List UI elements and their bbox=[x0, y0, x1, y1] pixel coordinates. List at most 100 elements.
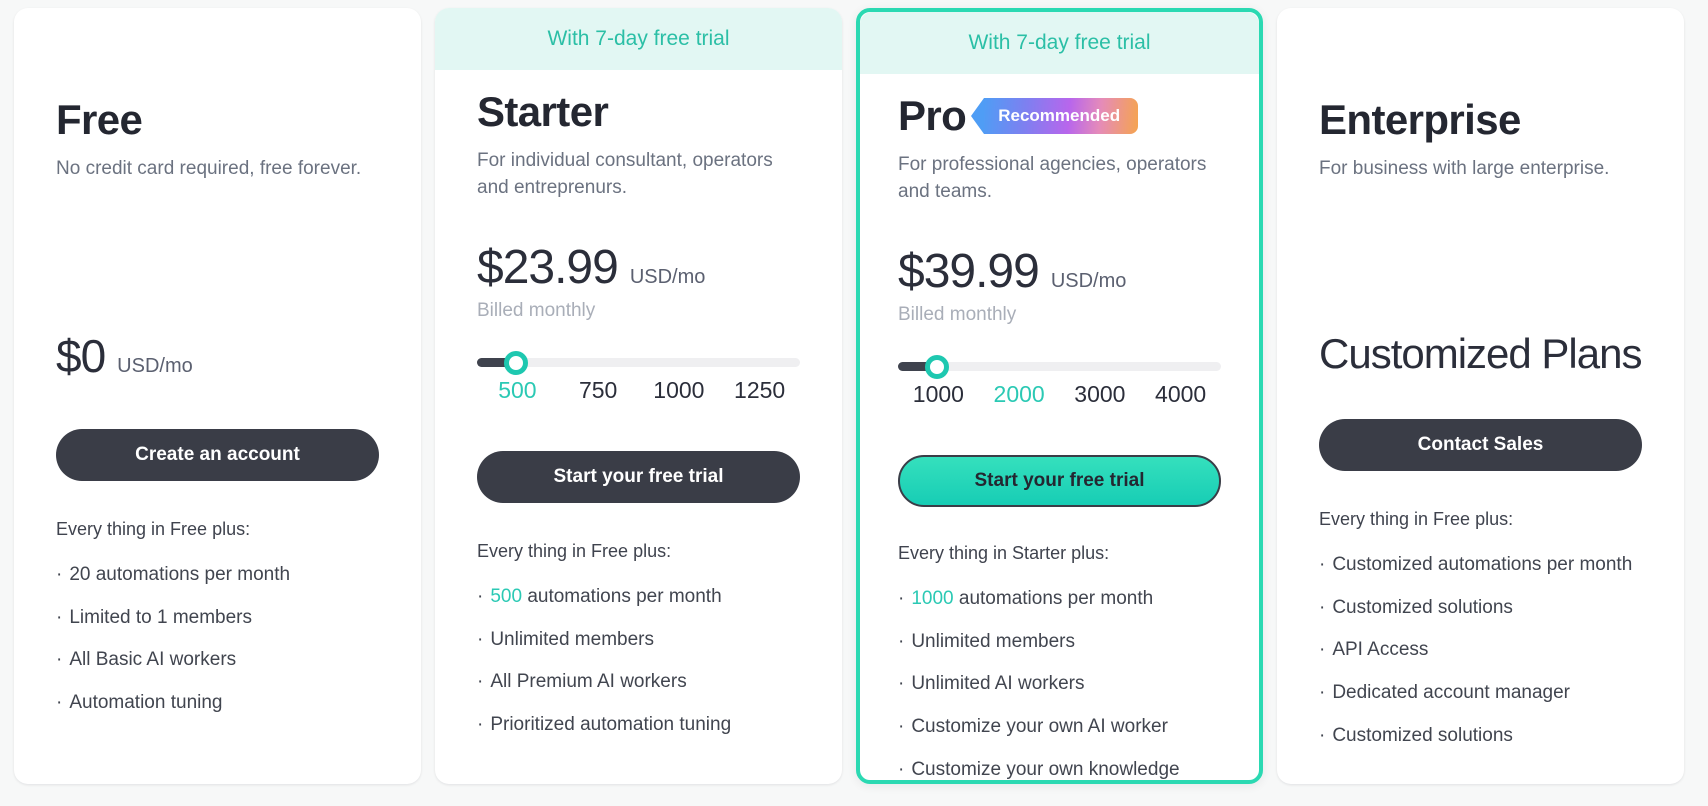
feature-label: Unlimited members bbox=[490, 628, 654, 650]
feature-text: Unlimited members bbox=[490, 627, 654, 653]
feature-label: automations per month bbox=[958, 588, 1154, 610]
plan-card-starter: With 7-day free trial Starter For individu… bbox=[435, 8, 842, 784]
plan-header-enterprise: Enterprise For business with large enterp… bbox=[1319, 97, 1642, 183]
cta-button-enterprise[interactable]: Contact Sales bbox=[1319, 419, 1642, 472]
plan-name-starter: Starter bbox=[477, 88, 609, 135]
trial-banner-pro: With 7-day free trial bbox=[860, 12, 1259, 74]
slider-track-pro[interactable] bbox=[898, 354, 1221, 379]
feature-highlight-value: 1000 bbox=[911, 588, 954, 610]
plan-body-free: Free No credit card required, free foreve… bbox=[14, 70, 421, 784]
plan-tagline-pro: For professional agencies, operators and… bbox=[898, 154, 1207, 203]
feature-text: All Basic AI workers bbox=[69, 647, 236, 673]
slider-ticks-starter: 500 750 1000 1250 bbox=[477, 377, 800, 404]
recommended-badge-label: Recommended bbox=[998, 106, 1121, 126]
price-unit-pro: USD/mo bbox=[1050, 270, 1127, 293]
usage-slider-pro[interactable]: 1000 2000 3000 4000 bbox=[898, 354, 1221, 408]
feature-item: · Unlimited members bbox=[477, 627, 800, 653]
features-starter: Every thing in Free plus: · 500 automation… bbox=[477, 541, 800, 755]
bullet-icon: · bbox=[898, 758, 905, 780]
feature-label: Unlimited members bbox=[911, 630, 1075, 652]
feature-text: Customized solutions bbox=[1332, 723, 1513, 749]
slider-tick-starter-1250[interactable]: 1250 bbox=[719, 377, 800, 404]
plan-card-pro: With 7-day free trial Pro Recommended For p… bbox=[856, 8, 1263, 784]
cta-button-pro[interactable]: Start your free trial bbox=[898, 455, 1221, 508]
plan-name-free: Free bbox=[56, 96, 143, 143]
bullet-icon: · bbox=[477, 628, 484, 650]
feature-text: Unlimited AI workers bbox=[911, 671, 1084, 697]
plan-header-free: Free No credit card required, free foreve… bbox=[56, 96, 379, 183]
trial-banner-spacer-free bbox=[14, 8, 421, 70]
feature-item: · All Basic AI workers bbox=[56, 647, 379, 673]
features-free: Every thing in Free plus: · 20 automations… bbox=[56, 519, 379, 733]
bullet-icon: · bbox=[477, 671, 484, 693]
feature-item: · Customized automations per month bbox=[1319, 552, 1642, 578]
plan-card-enterprise: Enterprise For business with large enterp… bbox=[1277, 8, 1684, 784]
slider-tick-starter-500[interactable]: 500 bbox=[477, 377, 558, 404]
slider-tick-starter-1000[interactable]: 1000 bbox=[639, 377, 720, 404]
feature-item: · Automation tuning bbox=[56, 690, 379, 716]
plan-name-row-enterprise: Enterprise bbox=[1319, 97, 1642, 142]
features-enterprise: Every thing in Free plus: · Customized aut… bbox=[1319, 509, 1642, 765]
feature-item: · Customize your own AI worker bbox=[898, 714, 1221, 740]
feature-text: Customized automations per month bbox=[1332, 552, 1632, 578]
price-row-enterprise: Customized Plans bbox=[1319, 333, 1642, 375]
feature-label: Customize your own AI worker bbox=[911, 715, 1168, 737]
feature-label: Customized solutions bbox=[1332, 596, 1513, 618]
bullet-icon: · bbox=[1319, 681, 1326, 703]
features-title-starter: Every thing in Free plus: bbox=[477, 541, 672, 562]
feature-text: Dedicated account manager bbox=[1332, 680, 1570, 706]
plan-header-pro: Pro Recommended For professional agencies,… bbox=[898, 93, 1221, 206]
pricing-grid: Free No credit card required, free foreve… bbox=[0, 0, 1708, 806]
feature-item: · Unlimited members bbox=[898, 629, 1221, 655]
plan-tagline-starter: For individual consultant, operators and… bbox=[477, 150, 773, 199]
feature-label: 20 automations per month bbox=[69, 564, 291, 586]
feature-item: · Customized solutions bbox=[1319, 595, 1642, 621]
plan-body-enterprise: Enterprise For business with large enterp… bbox=[1277, 70, 1684, 784]
slider-thumb-pro[interactable] bbox=[924, 354, 949, 379]
feature-text: Automation tuning bbox=[69, 690, 222, 716]
billed-note-pro: Billed monthly bbox=[898, 304, 1017, 326]
feature-text: Unlimited members bbox=[911, 629, 1075, 655]
plan-body-pro: Pro Recommended For professional agencies,… bbox=[860, 74, 1259, 780]
features-title-pro: Every thing in Starter plus: bbox=[898, 543, 1110, 564]
bullet-icon: · bbox=[56, 649, 63, 671]
price-block-starter: $23.99 USD/mo Billed monthly bbox=[477, 244, 800, 322]
price-row-starter: $23.99 USD/mo bbox=[477, 244, 800, 292]
feature-item: · Customize your own knowledge base bbox=[898, 757, 1221, 780]
feature-text: All Premium AI workers bbox=[490, 669, 686, 695]
feature-text: Customize your own AI worker bbox=[911, 714, 1168, 740]
feature-item: · Dedicated account manager bbox=[1319, 680, 1642, 706]
slider-tick-pro-3000[interactable]: 3000 bbox=[1060, 381, 1141, 408]
slider-tick-pro-2000[interactable]: 2000 bbox=[979, 381, 1060, 408]
features-pro: Every thing in Starter plus: · 1000 automa… bbox=[898, 543, 1221, 780]
slider-thumb-starter[interactable] bbox=[503, 350, 528, 375]
plan-header-starter: Starter For individual consultant, operat… bbox=[477, 88, 800, 202]
features-title-free: Every thing in Free plus: bbox=[56, 519, 251, 540]
price-row-free: $0 USD/mo bbox=[56, 333, 379, 379]
feature-item: · API Access bbox=[1319, 637, 1642, 663]
feature-label: Automation tuning bbox=[69, 691, 223, 713]
slider-tick-pro-1000[interactable]: 1000 bbox=[898, 381, 979, 408]
cta-button-starter[interactable]: Start your free trial bbox=[477, 451, 800, 504]
slider-tick-pro-4000[interactable]: 4000 bbox=[1140, 381, 1221, 408]
price-block-pro: $39.99 USD/mo Billed monthly bbox=[898, 248, 1221, 326]
cta-button-free[interactable]: Create an account bbox=[56, 429, 379, 482]
feature-item: · Customized solutions bbox=[1319, 723, 1642, 749]
feature-item: · 20 automations per month bbox=[56, 562, 379, 588]
price-amount-pro: $39.99 bbox=[898, 245, 1040, 299]
feature-label: Customize your own knowledge base bbox=[911, 758, 1180, 780]
feature-label: Prioritized automation tuning bbox=[490, 713, 732, 735]
features-title-enterprise: Every thing in Free plus: bbox=[1319, 509, 1514, 530]
plan-name-row-pro: Pro Recommended bbox=[898, 93, 1221, 138]
price-row-pro: $39.99 USD/mo bbox=[898, 248, 1221, 296]
plan-card-free: Free No credit card required, free foreve… bbox=[14, 8, 421, 784]
usage-slider-starter[interactable]: 500 750 1000 1250 bbox=[477, 350, 800, 404]
bullet-icon: · bbox=[477, 586, 484, 608]
feature-label: Dedicated account manager bbox=[1332, 681, 1570, 703]
bullet-icon: · bbox=[56, 564, 63, 586]
slider-track-starter[interactable] bbox=[477, 350, 800, 375]
slider-tick-starter-750[interactable]: 750 bbox=[558, 377, 639, 404]
plan-name-row-free: Free bbox=[56, 96, 379, 143]
feature-item: · 500 automations per month bbox=[477, 584, 800, 610]
feature-highlight-value: 500 bbox=[490, 586, 523, 608]
